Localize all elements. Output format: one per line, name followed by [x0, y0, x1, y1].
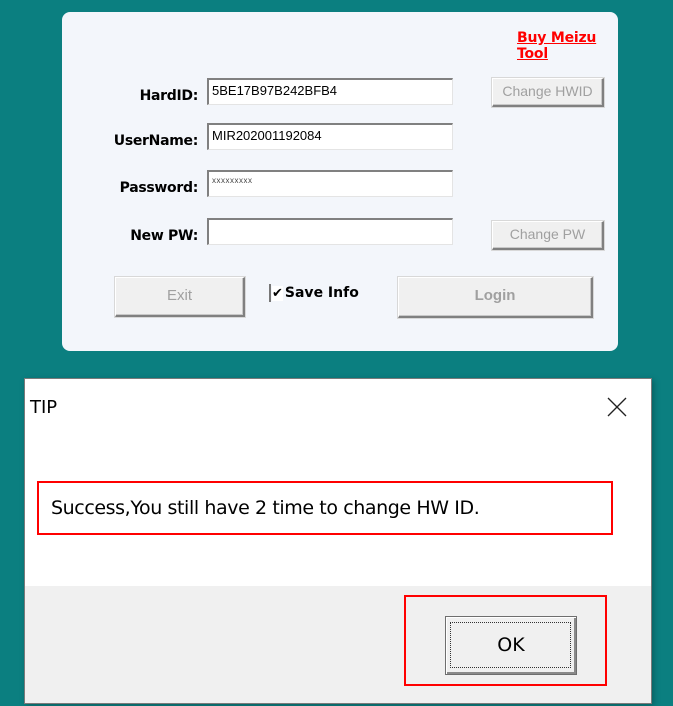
login-button[interactable]: Login — [398, 277, 593, 318]
close-icon[interactable] — [605, 395, 629, 419]
dialog-footer: OK — [25, 586, 651, 703]
login-panel: Buy Meizu Tool HardID: 5BE17B97B242BFB4 … — [62, 12, 618, 351]
username-label: UserName: — [113, 133, 199, 149]
save-info-label: Save Info — [284, 285, 359, 301]
ok-button[interactable]: OK — [445, 616, 577, 675]
ok-label: OK — [497, 634, 525, 656]
new-pw-field[interactable] — [207, 218, 453, 245]
dialog-message: Success,You still have 2 time to change … — [51, 497, 480, 519]
hardid-label: HardID: — [139, 88, 199, 104]
checkmark-icon: ✔ — [272, 285, 283, 301]
dialog-title: TIP — [30, 397, 58, 418]
new-pw-label: New PW: — [130, 228, 198, 244]
save-info-checkbox[interactable]: ✔ Save Info — [269, 284, 359, 302]
password-label: Password: — [119, 180, 199, 196]
change-hwid-button[interactable]: Change HWID — [492, 78, 604, 107]
username-field[interactable]: MIR202001192084 — [207, 123, 453, 150]
password-field[interactable]: xxxxxxxxx — [207, 170, 453, 197]
tip-dialog: TIP Success,You still have 2 time to cha… — [24, 378, 652, 704]
change-pw-button[interactable]: Change PW — [492, 221, 604, 250]
hardid-field[interactable]: 5BE17B97B242BFB4 — [207, 78, 453, 105]
buy-meizu-tool-link[interactable]: Buy Meizu Tool — [517, 30, 618, 62]
checkbox-edge — [269, 284, 271, 302]
message-highlight: Success,You still have 2 time to change … — [37, 481, 613, 535]
exit-button[interactable]: Exit — [115, 277, 245, 317]
